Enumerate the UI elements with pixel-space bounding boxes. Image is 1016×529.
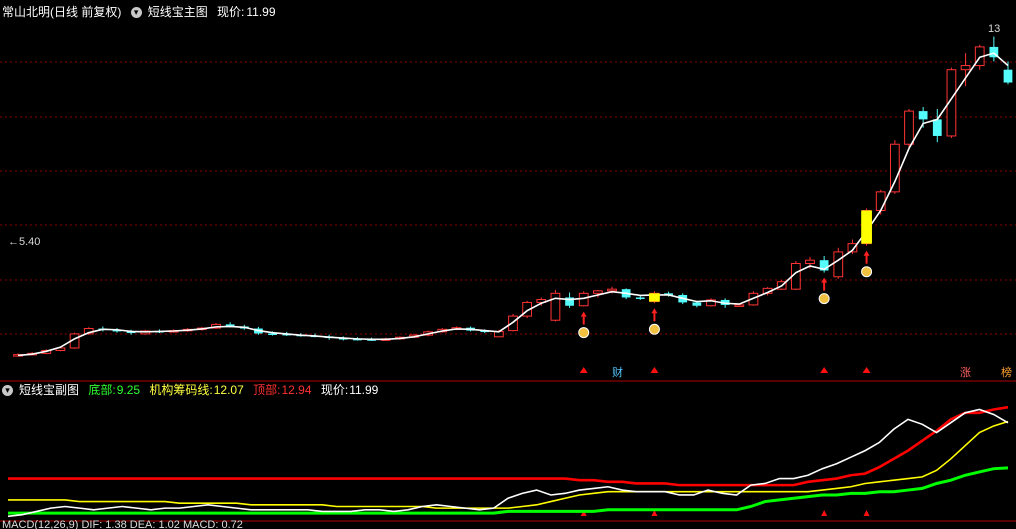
sub-indicator-series <box>7 405 1009 518</box>
sub-panel-header: ▾ 短线宝副图 底部:9.25 机构筹码线:12.07 顶部:12.94 现价:1… <box>2 382 384 398</box>
candle-body <box>635 297 645 299</box>
bottom-label: 底部: <box>88 383 116 397</box>
main-panel-header: 常山北明(日线 前复权) ▾ 短线宝主图 现价: 11.99 <box>2 4 282 20</box>
sub-indicator-name[interactable]: 短线宝副图 <box>19 383 79 397</box>
chevron-down-icon[interactable]: ▾ <box>130 7 142 19</box>
sub-signal-triangle <box>863 510 870 516</box>
candle-body <box>904 110 914 145</box>
candle-body <box>607 288 617 292</box>
candle-body <box>692 302 702 306</box>
candle-body <box>918 111 928 120</box>
sub-price-value: 11.99 <box>349 383 379 397</box>
top-label: 顶部: <box>253 383 281 397</box>
candle-body <box>875 191 886 211</box>
sub-price-label: 现价: <box>320 383 349 397</box>
bottom-value: 9.25 <box>116 383 141 397</box>
bottom-signal-triangle <box>820 367 829 373</box>
period-label: (日线 前复权) <box>50 5 122 19</box>
money-bag-icon <box>861 266 873 278</box>
macd-header: MACD(12,26,9) DIF: 1.38 DEA: 1.02 MACD: … <box>2 519 243 529</box>
candle-body <box>932 119 942 136</box>
candle-body <box>889 143 900 193</box>
bottom-signal-triangle <box>579 367 588 373</box>
sub-signal-triangle <box>821 510 828 516</box>
main-price-value: 11.99 <box>246 5 276 19</box>
ma-line <box>17 52 1009 357</box>
top-value: 12.94 <box>281 383 312 397</box>
money-bag-icon <box>578 327 590 339</box>
candle-body <box>833 251 844 278</box>
money-bag-icon <box>818 293 830 305</box>
chart-canvas <box>0 36 1016 522</box>
candle-body <box>592 290 603 294</box>
inst-label: 机构筹码线: <box>149 383 213 397</box>
sub-line-机构筹码线 <box>8 420 1009 509</box>
candle-body <box>578 292 589 307</box>
signal-candle-highlight <box>649 293 660 302</box>
candle-body <box>1003 69 1013 83</box>
chevron-down-icon[interactable]: ▾ <box>2 385 13 397</box>
sub-line-现价 <box>7 408 1009 518</box>
grid-lines <box>0 61 1016 335</box>
sub-line-顶部 <box>8 405 1009 487</box>
bottom-signal-triangle <box>650 367 659 373</box>
low-price-marker: ←5.40 <box>8 236 41 248</box>
inst-value: 12.07 <box>213 383 244 397</box>
candle-body <box>734 304 745 307</box>
signal-arrow-head <box>580 311 587 317</box>
main-price-label: 现价: <box>217 5 245 19</box>
ma-line-series <box>17 52 1009 357</box>
signal-arrow-head <box>651 308 658 314</box>
tag-cai: 财 <box>612 367 623 379</box>
main-indicator-name[interactable]: 短线宝主图 <box>148 5 208 19</box>
stock-name[interactable]: 常山北明 <box>2 5 50 19</box>
tag-bang: 榜 <box>1001 367 1012 379</box>
signal-markers <box>578 210 873 516</box>
money-bag-icon <box>648 323 660 335</box>
tag-zhang: 涨 <box>960 367 971 379</box>
signal-arrow-head <box>863 250 870 256</box>
candle-body <box>550 292 561 321</box>
signal-candle-highlight <box>861 210 872 244</box>
candle-body <box>508 315 518 332</box>
candle-body <box>960 65 971 71</box>
candlestick-series <box>13 36 1013 357</box>
high-price-marker: 13 <box>988 23 1001 35</box>
bottom-signal-triangle <box>862 367 871 373</box>
candle-body <box>805 259 815 265</box>
